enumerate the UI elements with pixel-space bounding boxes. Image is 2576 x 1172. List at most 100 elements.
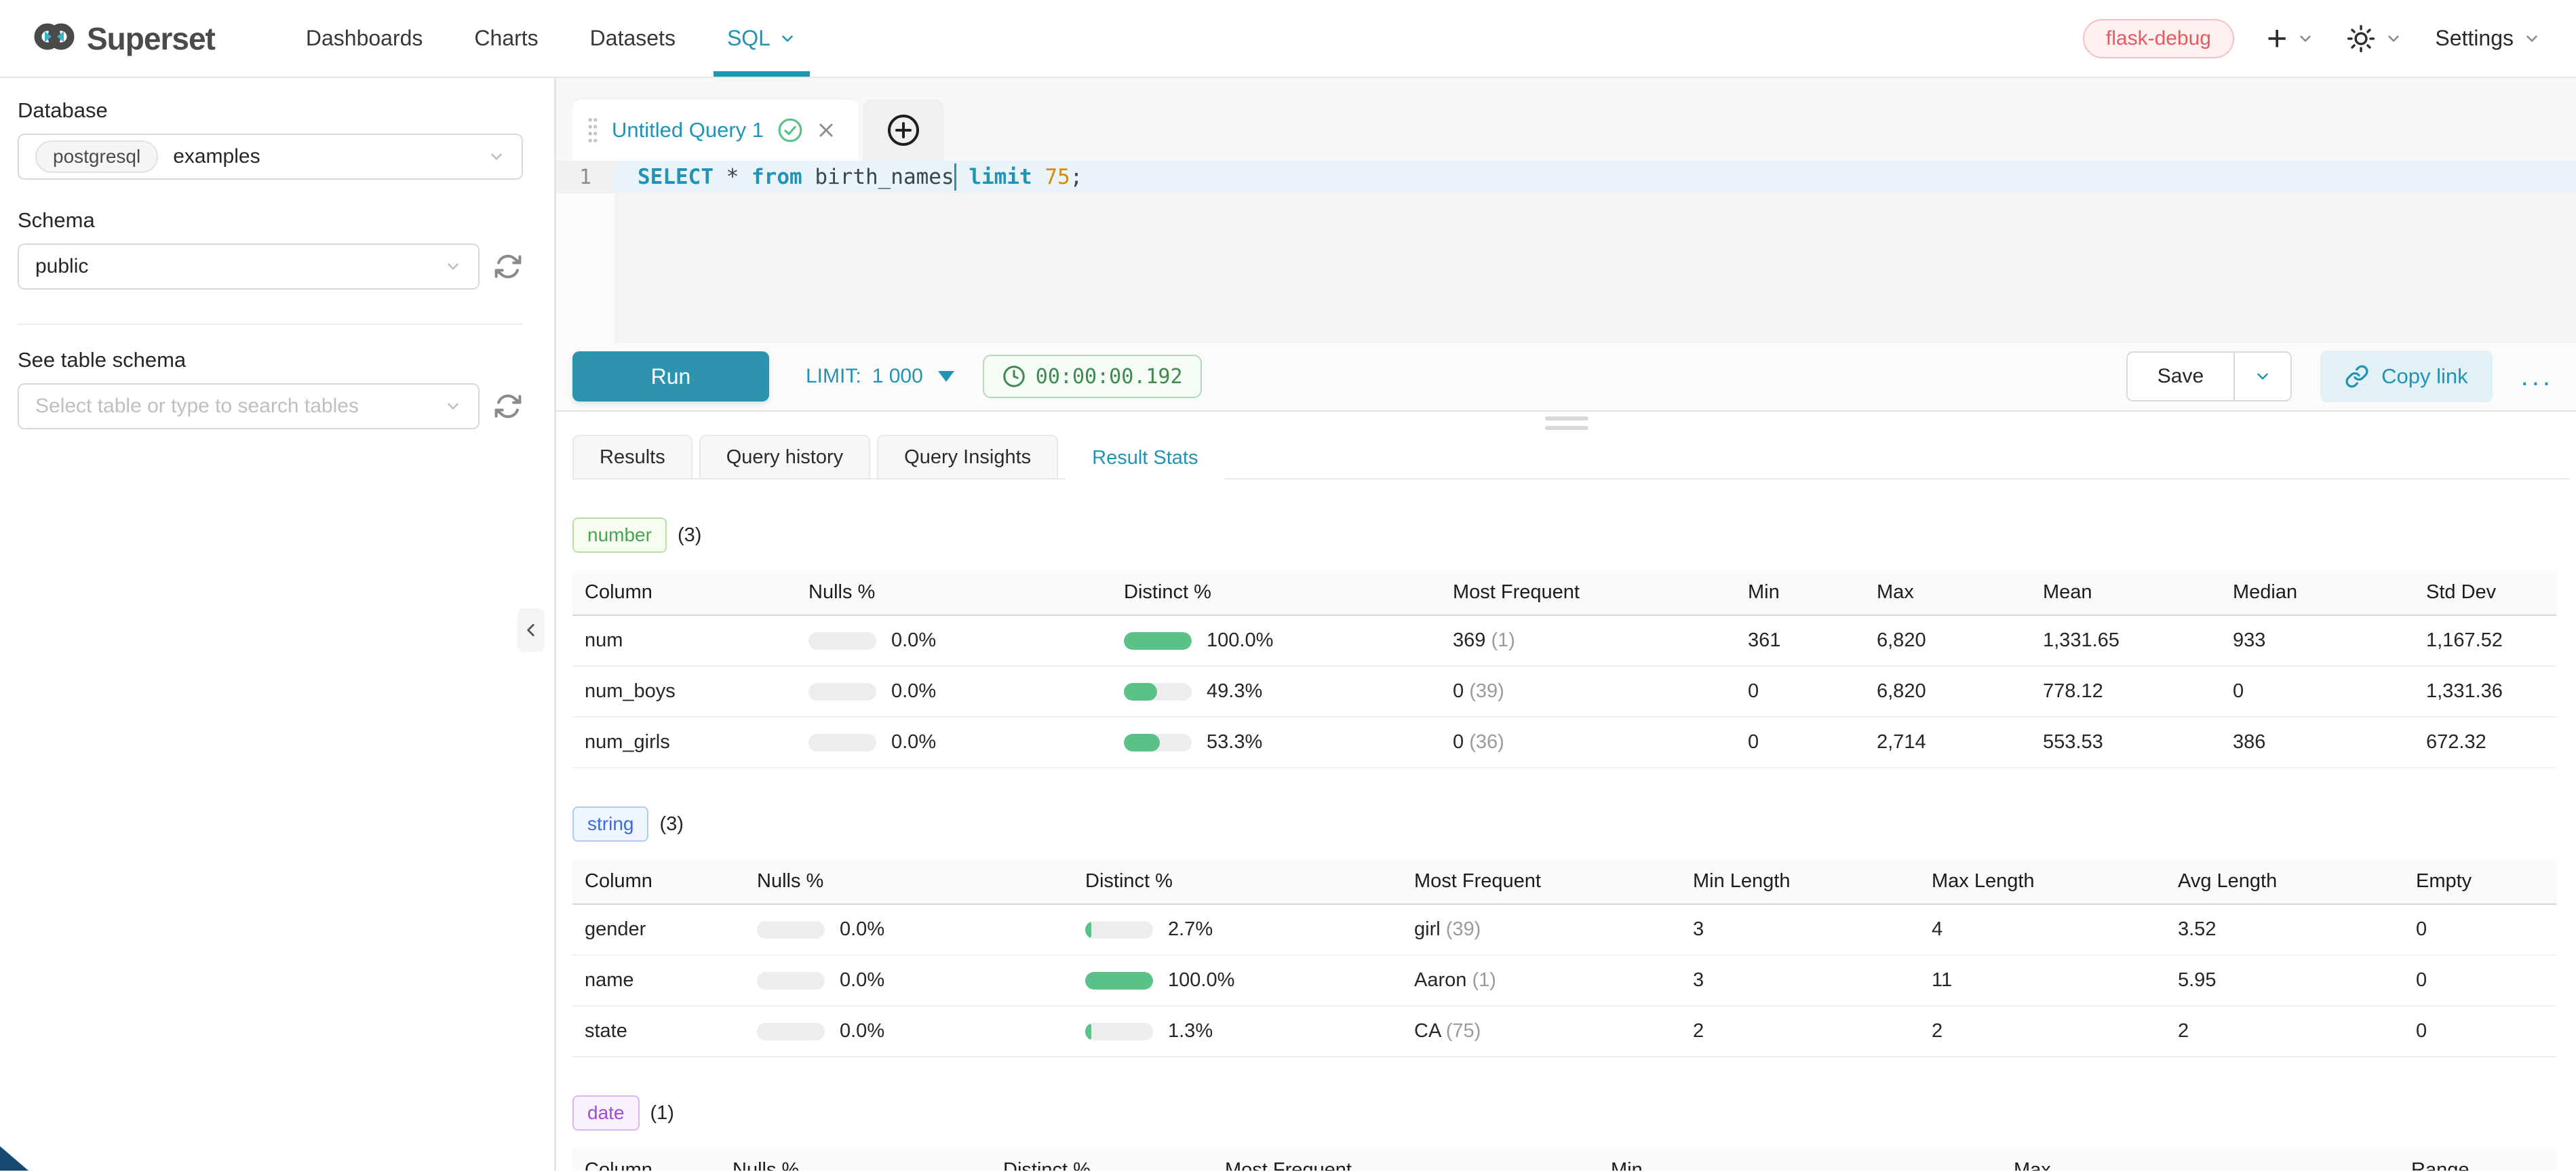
limit-dropdown[interactable]: LIMIT: 1 000 — [806, 365, 954, 388]
table-header-row: Column Nulls % Distinct % Most Frequent … — [572, 1148, 2556, 1171]
new-item-menu[interactable]: + — [2267, 21, 2314, 56]
col-header: Min Length — [1681, 859, 1919, 904]
col-header: Distinct % — [991, 1148, 1213, 1171]
database-label: Database — [18, 98, 523, 123]
sql-active-line[interactable]: 1 SELECT * from birth_names limit 75; — [556, 161, 2576, 193]
table-schema-label: See table schema — [18, 348, 523, 372]
sqllab-panel: Untitled Query 1 1 SELECT * from birth_n… — [556, 78, 2576, 1171]
sidebar-collapse-handle[interactable] — [518, 608, 545, 652]
new-query-tab-button[interactable] — [863, 100, 944, 161]
chevron-down-icon — [2297, 30, 2314, 47]
stat-cell: 933 — [2221, 615, 2414, 666]
save-button[interactable]: Save — [2128, 353, 2233, 400]
superset-brand[interactable]: Superset — [33, 0, 215, 77]
string-type-count: (3) — [659, 813, 683, 836]
navbar-right: flask-debug + Settings — [2083, 0, 2541, 77]
chevron-down-icon — [2254, 368, 2271, 385]
col-header: Median — [2221, 570, 2414, 615]
col-header: Max — [2002, 1148, 2399, 1171]
limit-value: 1 000 — [872, 365, 923, 388]
clock-icon — [1002, 364, 1026, 389]
schema-select[interactable]: public — [18, 243, 480, 290]
link-icon — [2345, 364, 2369, 389]
col-header: Max — [1865, 570, 2031, 615]
refresh-schema-icon[interactable] — [493, 252, 523, 281]
nulls-bar: 0.0% — [808, 731, 1105, 754]
line-number: 1 — [556, 161, 614, 193]
date-section: date (1) Column Nulls % Distinct % — [572, 1095, 2556, 1171]
chevron-down-icon — [488, 148, 505, 165]
caret-down-icon — [938, 371, 954, 382]
most-frequent-cell: girl (39) — [1402, 904, 1681, 955]
nulls-bar: 0.0% — [808, 680, 1105, 703]
tab-result-stats[interactable]: Result Stats — [1065, 435, 1225, 480]
stat-cell: 553.53 — [2031, 717, 2221, 768]
distinct-bar: 2.7% — [1085, 918, 1395, 941]
table-select[interactable]: Select table or type to search tables — [18, 383, 480, 429]
stat-cell: 672.32 — [2414, 717, 2556, 768]
stat-cell: 2 — [1919, 1006, 2166, 1057]
nav-item-sql[interactable]: SQL — [701, 0, 822, 77]
query-tab[interactable]: Untitled Query 1 — [572, 100, 859, 161]
database-engine-tag: postgresql — [35, 140, 158, 173]
stat-cell: 0 — [1736, 666, 1865, 717]
run-button[interactable]: Run — [572, 351, 769, 402]
stat-cell: 5.95 — [2166, 955, 2404, 1006]
chevron-down-icon — [2385, 30, 2402, 47]
column-name-cell: state — [572, 1006, 745, 1057]
drag-handle-icon[interactable] — [587, 116, 598, 144]
distinct-bar: 49.3% — [1124, 680, 1434, 703]
pane-resize-handle[interactable] — [556, 412, 2576, 435]
database-value: examples — [173, 145, 260, 168]
col-header: Min — [1736, 570, 1865, 615]
sql-editor[interactable]: 1 SELECT * from birth_names limit 75; — [556, 161, 2576, 343]
nulls-bar: 0.0% — [757, 1020, 1066, 1042]
close-tab-icon[interactable] — [817, 121, 836, 140]
col-header: Column — [572, 859, 745, 904]
main-nav: Dashboards Charts Datasets SQL — [280, 0, 822, 77]
chevron-down-icon — [2523, 30, 2541, 47]
plus-icon: + — [2267, 21, 2287, 56]
query-tabbar: Untitled Query 1 — [556, 78, 2576, 161]
tab-query-insights[interactable]: Query Insights — [877, 435, 1058, 478]
column-name-cell: num_girls — [572, 717, 796, 768]
column-name-cell: name — [572, 955, 745, 1006]
nulls-bar: 0.0% — [757, 969, 1066, 992]
stat-cell: 3.52 — [2166, 904, 2404, 955]
result-stats-content: number (3) Column Nulls % Distinct % — [572, 517, 2576, 1171]
stat-cell: 0 — [1736, 717, 1865, 768]
stat-cell: 1,331.65 — [2031, 615, 2221, 666]
results-tabbar: Results Query history Query Insights Res… — [572, 435, 2570, 480]
table-header-row: Column Nulls % Distinct % Most Frequent … — [572, 859, 2556, 904]
save-options-caret[interactable] — [2233, 353, 2290, 400]
query-success-icon — [777, 117, 803, 143]
mouse-cursor — [0, 1146, 28, 1171]
table-row: num_boys 0.0% 49.3% 0 (39) 0 6,820 778.1… — [572, 666, 2556, 717]
table-row: gender 0.0% 2.7% girl (39) 3 4 3.52 0 — [572, 904, 2556, 955]
settings-menu[interactable]: Settings — [2435, 26, 2541, 51]
col-header: Distinct % — [1112, 570, 1441, 615]
distinct-bar: 53.3% — [1124, 731, 1434, 754]
sql-code-line[interactable]: SELECT * from birth_names limit 75; — [614, 161, 2576, 193]
column-name-cell: num — [572, 615, 796, 666]
stat-cell: 0 — [2404, 955, 2556, 1006]
copy-link-button[interactable]: Copy link — [2320, 351, 2493, 402]
tab-results[interactable]: Results — [572, 435, 692, 478]
tab-query-history[interactable]: Query history — [699, 435, 870, 478]
stat-cell: 386 — [2221, 717, 2414, 768]
nav-item-charts[interactable]: Charts — [448, 0, 564, 77]
table-header-row: Column Nulls % Distinct % Most Frequent … — [572, 570, 2556, 615]
col-header: Nulls % — [745, 859, 1073, 904]
nav-item-datasets[interactable]: Datasets — [564, 0, 701, 77]
database-select[interactable]: postgresql examples — [18, 134, 523, 180]
brand-name: Superset — [87, 20, 215, 57]
plus-circle-icon — [887, 114, 920, 146]
number-type-count: (3) — [678, 524, 701, 547]
refresh-tables-icon[interactable] — [493, 391, 523, 421]
more-actions-button[interactable]: ... — [2521, 370, 2554, 383]
date-type-badge: date — [572, 1095, 640, 1131]
sql-editor-empty-area[interactable] — [556, 193, 2576, 343]
col-header: Std Dev — [2414, 570, 2556, 615]
theme-menu[interactable] — [2347, 24, 2402, 53]
nav-item-dashboards[interactable]: Dashboards — [280, 0, 449, 77]
